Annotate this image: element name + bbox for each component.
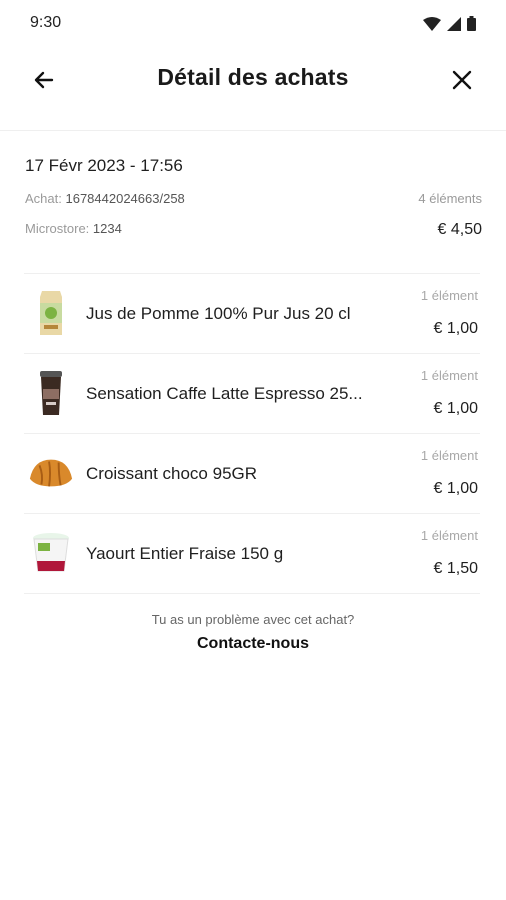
item-price: € 1,00 xyxy=(433,400,478,417)
list-item: Jus de Pomme 100% Pur Jus 20 cl 1 élémen… xyxy=(24,274,480,354)
purchase-date: 17 Févr 2023 - 17:56 xyxy=(25,156,183,175)
page-title: Détail des achats xyxy=(157,64,349,90)
close-button[interactable] xyxy=(446,64,478,96)
purchase-total: € 4,50 xyxy=(437,221,482,238)
purchase-label: Achat: xyxy=(25,191,62,206)
item-name: Croissant choco 95GR xyxy=(86,464,258,483)
wifi-icon xyxy=(423,16,441,31)
item-name: Yaourt Entier Fraise 150 g xyxy=(86,544,284,563)
item-name: Jus de Pomme 100% Pur Jus 20 cl xyxy=(86,304,351,323)
contact-us-link[interactable]: Contacte-nous xyxy=(197,635,309,653)
item-price: € 1,00 xyxy=(433,480,478,497)
yogurt-icon xyxy=(28,530,74,576)
store-label: Microstore: xyxy=(25,221,90,236)
item-quantity: 1 élément xyxy=(420,448,478,463)
close-icon xyxy=(452,70,472,90)
purchase-summary: 17 Févr 2023 - 17:56 Achat: 167844202466… xyxy=(25,150,482,251)
list-item: Sensation Caffe Latte Espresso 25... 1 é… xyxy=(24,354,480,434)
signal-icon xyxy=(447,16,461,31)
item-quantity: 1 élément xyxy=(420,368,478,383)
list-item: Croissant choco 95GR 1 élément € 1,00 xyxy=(24,434,480,514)
item-list: Jus de Pomme 100% Pur Jus 20 cl 1 élémen… xyxy=(24,273,480,594)
system-icons xyxy=(423,16,476,31)
juice-carton-icon xyxy=(28,290,74,336)
purchase-id: 1678442024663/258 xyxy=(65,191,185,206)
purchase-id-row: Achat: 1678442024663/258 4 éléments xyxy=(25,191,482,221)
croissant-icon xyxy=(28,450,74,496)
app-bar: Détail des achats xyxy=(0,48,506,131)
help-section: Tu as un problème avec cet achat? Contac… xyxy=(0,612,506,653)
list-item: Yaourt Entier Fraise 150 g 1 élément € 1… xyxy=(24,514,480,594)
item-price: € 1,50 xyxy=(433,560,478,577)
status-bar: 9:30 xyxy=(0,0,506,48)
item-price: € 1,00 xyxy=(433,320,478,337)
item-name: Sensation Caffe Latte Espresso 25... xyxy=(86,384,363,403)
help-question: Tu as un problème avec cet achat? xyxy=(151,612,355,627)
item-quantity: 1 élément xyxy=(420,528,478,543)
item-count: 4 éléments xyxy=(418,191,482,206)
status-time: 9:30 xyxy=(30,14,62,31)
item-quantity: 1 élément xyxy=(420,288,478,303)
battery-icon xyxy=(467,16,476,31)
store-id: 1234 xyxy=(92,221,122,236)
coffee-cup-icon xyxy=(28,370,74,416)
store-row: Microstore: 1234 € 4,50 xyxy=(25,221,482,251)
